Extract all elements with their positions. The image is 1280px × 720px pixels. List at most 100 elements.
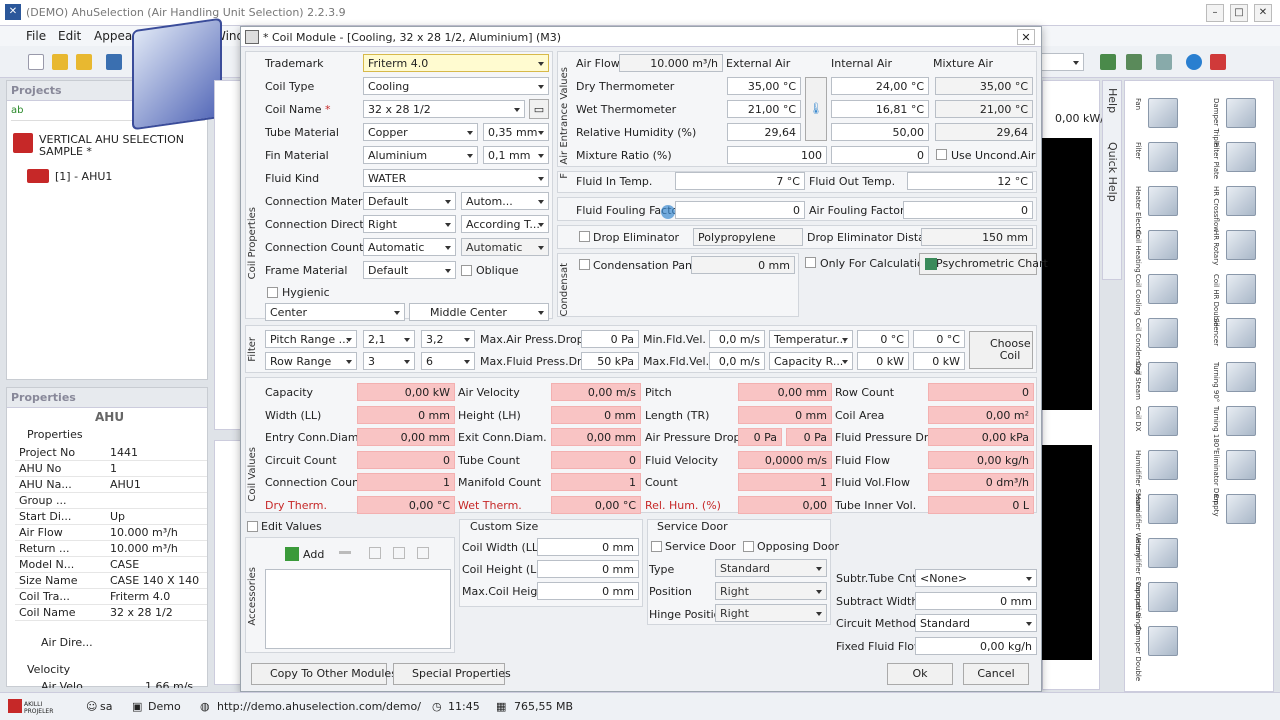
grid-position-select[interactable]: Middle Center — [409, 303, 549, 321]
help-tab[interactable]: Help — [1106, 88, 1119, 113]
module-coil-dx-icon[interactable] — [1148, 406, 1178, 436]
thermometer-icon[interactable]: 🌡 — [805, 77, 827, 141]
int-mixture-ratio-field[interactable]: 0 — [831, 146, 929, 164]
folder-icon[interactable] — [76, 54, 92, 70]
property-value[interactable]: CASE — [110, 558, 202, 571]
hinge-position-select[interactable]: Right — [715, 604, 827, 622]
property-row[interactable]: Air Flow 10.000 m³/h — [15, 524, 207, 541]
property-row[interactable]: AHU Na... AHU1 — [15, 476, 207, 493]
module-empty-icon[interactable] — [1226, 494, 1256, 524]
property-row[interactable]: Start Di... Up — [15, 508, 207, 525]
remove-icon[interactable] — [339, 551, 351, 554]
module-heater-electric-icon[interactable] — [1148, 186, 1178, 216]
door-position-select[interactable]: Right — [715, 582, 827, 600]
calc-icon[interactable] — [1100, 54, 1116, 70]
move-up-icon[interactable] — [369, 547, 381, 559]
new-file-icon[interactable] — [28, 54, 44, 70]
copy-to-other-modules-button[interactable]: Copy To Other Modules — [251, 663, 397, 685]
module-damper-single-icon[interactable] — [1148, 582, 1178, 612]
opposing-door-checkbox[interactable] — [743, 541, 754, 552]
coil-type-select[interactable]: Cooling — [363, 77, 549, 95]
close-window-button[interactable]: ✕ — [1254, 4, 1272, 22]
module-turning-90--icon[interactable] — [1226, 362, 1256, 392]
capacity-max-field[interactable]: 0 kW — [913, 352, 965, 370]
module-humidifier-watery-icon[interactable] — [1148, 494, 1178, 524]
row-max-select[interactable]: 6 — [421, 352, 475, 370]
module-filter-icon[interactable] — [1148, 142, 1178, 172]
connection-direction-mode-select[interactable]: According T... — [461, 215, 549, 233]
only-for-calculation-checkbox[interactable] — [805, 257, 816, 268]
module-hr-rotary-icon[interactable] — [1226, 230, 1256, 260]
pitch-range-select[interactable]: Pitch Range ... — [265, 330, 357, 348]
module-coil-steam-icon[interactable] — [1148, 362, 1178, 392]
choose-coil-button[interactable]: Choose Coil — [969, 331, 1033, 369]
max-fluid-velocity-field[interactable]: 0,0 m/s — [709, 352, 765, 370]
property-row[interactable]: Coil Tra... Friterm 4.0 — [15, 588, 207, 605]
fluid-fouling-field[interactable]: 0 — [675, 201, 805, 219]
int-rh-field[interactable]: 50,00 — [831, 123, 929, 141]
module-damper-double-icon[interactable] — [1148, 626, 1178, 656]
capacity-range-select[interactable]: Capacity R... — [769, 352, 853, 370]
condensation-pan-checkbox[interactable] — [579, 259, 590, 270]
chart-icon[interactable] — [1126, 54, 1142, 70]
property-row[interactable]: Coil Name 32 x 28 1/2 — [15, 604, 207, 621]
menu-file[interactable]: File — [26, 29, 46, 43]
frame-material-select[interactable]: Default — [363, 261, 456, 279]
refresh-icon[interactable] — [1186, 54, 1202, 70]
ok-button[interactable]: Ok — [887, 663, 953, 685]
fin-thickness-select[interactable]: 0,1 mm — [483, 146, 549, 164]
property-value[interactable]: 10.000 m³/h — [110, 542, 202, 555]
ext-mixture-ratio-field[interactable]: 100 — [727, 146, 827, 164]
status-url[interactable]: http://demo.ahuselection.com/demo/ — [217, 700, 421, 713]
coil-name-select[interactable]: 32 x 28 1/2 — [363, 100, 525, 118]
move-down-icon[interactable] — [393, 547, 405, 559]
min-fluid-velocity-field[interactable]: 0,0 m/s — [709, 330, 765, 348]
property-row[interactable]: Project No 1441 — [15, 444, 207, 461]
property-value[interactable]: Friterm 4.0 — [110, 590, 202, 603]
accessories-list[interactable] — [265, 569, 451, 649]
int-dry-field[interactable]: 24,00 °C — [831, 77, 929, 95]
module-coil-condensing-icon[interactable] — [1148, 318, 1178, 348]
property-row[interactable]: AHU No 1 — [15, 460, 207, 477]
fixed-fluid-flow-field[interactable]: 0,00 kg/h — [915, 637, 1037, 655]
property-value[interactable]: AHU1 — [110, 478, 202, 491]
circuit-method-select[interactable]: Standard — [915, 614, 1037, 632]
property-value[interactable]: 10.000 m³/h — [110, 526, 202, 539]
door-type-select[interactable]: Standard — [715, 559, 827, 577]
int-wet-field[interactable]: 16,81 °C — [831, 100, 929, 118]
edit-values-checkbox[interactable] — [247, 521, 258, 532]
fluid-out-temp-field[interactable]: 12 °C — [907, 172, 1033, 190]
fluid-kind-select[interactable]: WATER — [363, 169, 549, 187]
max-fluid-press-drop-field[interactable]: 50 kPa — [581, 352, 639, 370]
coil-width-field[interactable]: 0 mm — [537, 538, 639, 556]
service-door-checkbox[interactable] — [651, 541, 662, 552]
property-value[interactable]: 1441 — [110, 446, 202, 459]
fan-icon[interactable] — [1156, 54, 1172, 70]
project-ahu-item[interactable]: [1] - AHU1 — [55, 170, 112, 183]
exit-icon[interactable] — [1210, 54, 1226, 70]
property-value[interactable]: 32 x 28 1/2 — [110, 606, 202, 619]
temperature-max-field[interactable]: 0 °C — [913, 330, 965, 348]
tube-material-select[interactable]: Copper — [363, 123, 478, 141]
property-row[interactable]: Model N... CASE — [15, 556, 207, 573]
position-select[interactable]: Center — [265, 303, 405, 321]
module-damper-triple-icon[interactable] — [1226, 98, 1256, 128]
ext-dry-field[interactable]: 35,00 °C — [727, 77, 801, 95]
minimize-button[interactable]: – — [1206, 4, 1224, 22]
connection-count-auto-select[interactable]: Automatic — [461, 238, 549, 256]
module-turning-180--icon[interactable] — [1226, 406, 1256, 436]
cancel-button[interactable]: Cancel — [963, 663, 1029, 685]
connection-count-select[interactable]: Automatic — [363, 238, 456, 256]
capacity-min-field[interactable]: 0 kW — [857, 352, 909, 370]
air-fouling-field[interactable]: 0 — [903, 201, 1033, 219]
trademark-select[interactable]: Friterm 4.0 — [363, 54, 549, 72]
module-coil-heating-icon[interactable] — [1148, 230, 1178, 260]
pitch-max-select[interactable]: 3,2 — [421, 330, 475, 348]
subtr-tube-count-select[interactable]: <None> — [915, 569, 1037, 587]
subtract-width-field[interactable]: 0 mm — [915, 592, 1037, 610]
coil-height-field[interactable]: 0 mm — [537, 560, 639, 578]
module-humidifier-steam-icon[interactable] — [1148, 450, 1178, 480]
quick-help-tab[interactable]: Quick Help — [1106, 142, 1119, 202]
tube-thickness-select[interactable]: 0,35 mm — [483, 123, 549, 141]
temperature-filter-select[interactable]: Temperatur... — [769, 330, 853, 348]
